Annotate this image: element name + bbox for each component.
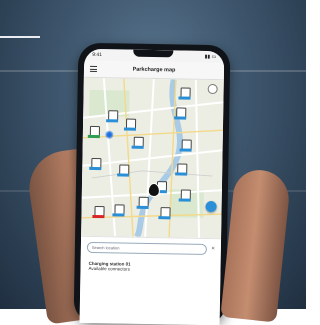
smartphone: 9:41 ▮▮ ▭ Parkcharge map Search location… [73, 42, 231, 325]
station-pin[interactable] [106, 110, 119, 123]
status-time: 9:41 [92, 51, 103, 59]
station-pin[interactable] [89, 157, 102, 171]
station-pin[interactable] [117, 164, 130, 177]
station-pin[interactable] [92, 206, 105, 219]
user-location-dot [104, 130, 114, 140]
sheet-subtitle: Available connectors [88, 265, 131, 272]
map-view[interactable] [81, 77, 224, 239]
station-pin[interactable] [112, 204, 125, 217]
station-pin[interactable] [178, 189, 191, 202]
signal-icon: ▮▮ ▭ [204, 53, 217, 61]
decorative-line [0, 36, 40, 38]
station-pin[interactable] [175, 163, 188, 176]
search-bar: Search location × [80, 235, 222, 260]
station-pin[interactable] [158, 207, 171, 220]
close-icon[interactable]: × [211, 246, 215, 252]
camera-notch [133, 49, 174, 58]
phone-screen: 9:41 ▮▮ ▭ Parkcharge map Search location… [79, 48, 225, 325]
station-pin[interactable] [179, 139, 192, 152]
search-input[interactable]: Search location [86, 241, 208, 255]
station-pin[interactable] [174, 107, 187, 120]
station-pin[interactable] [131, 136, 144, 149]
station-pin[interactable] [136, 196, 149, 209]
station-pin[interactable] [123, 118, 137, 131]
app-title: Parkcharge map [132, 66, 176, 74]
station-pin[interactable] [87, 125, 101, 139]
station-pin[interactable] [178, 87, 191, 100]
selected-marker[interactable] [147, 182, 161, 198]
bottom-sheet[interactable]: Charging station 01 Available connectors [79, 256, 221, 325]
